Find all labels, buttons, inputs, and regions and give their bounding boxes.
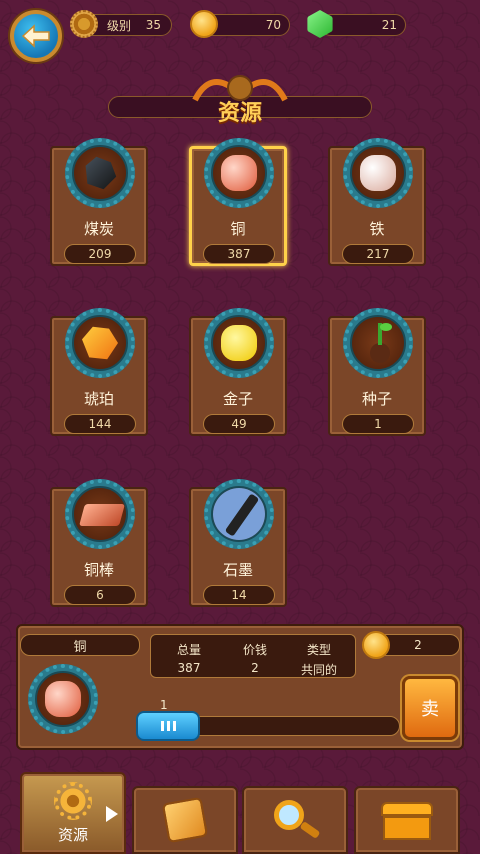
tab-resources[interactable]: 资源 bbox=[20, 772, 126, 854]
graphite-icon bbox=[211, 486, 267, 542]
magnifier-icon bbox=[270, 798, 321, 842]
play-arrow-icon bbox=[106, 806, 118, 822]
sell-button[interactable]: 卖 bbox=[402, 676, 458, 740]
copper-ore-icon bbox=[35, 671, 91, 727]
resource-name: 铜棒 bbox=[83, 561, 114, 579]
resource-count: 14 bbox=[203, 585, 275, 605]
gold-icon bbox=[211, 315, 267, 371]
level-gear-icon bbox=[70, 10, 98, 38]
resource-badge bbox=[204, 138, 274, 208]
gem-counter: 21 bbox=[320, 14, 406, 36]
quantity-slider-handle[interactable] bbox=[136, 711, 200, 741]
level-label: 级别 bbox=[107, 18, 132, 33]
total-label: 总量 bbox=[176, 643, 201, 657]
quantity-value: 1 bbox=[160, 698, 168, 712]
resource-badge bbox=[343, 138, 413, 208]
resource-name: 铁 bbox=[369, 220, 385, 238]
resource-name: 琥珀 bbox=[83, 390, 114, 408]
sell-coin-icon bbox=[362, 631, 390, 659]
resource-count: 1 bbox=[342, 414, 414, 434]
arrow-left-icon bbox=[21, 24, 50, 48]
amber-icon bbox=[72, 315, 128, 371]
resource-name: 石墨 bbox=[222, 561, 253, 579]
level-value: 35 bbox=[145, 18, 161, 32]
resource-badge bbox=[65, 308, 135, 378]
treasure-chest-icon bbox=[379, 798, 435, 842]
sell-button-label: 卖 bbox=[421, 699, 439, 720]
coin-icon bbox=[190, 10, 218, 38]
resource-badge bbox=[204, 479, 274, 549]
resource-count: 209 bbox=[64, 244, 136, 264]
resource-name: 种子 bbox=[361, 390, 392, 408]
tab-treasure[interactable] bbox=[354, 786, 460, 854]
back-button[interactable] bbox=[10, 10, 62, 62]
resource-badge bbox=[343, 308, 413, 378]
resource-count: 144 bbox=[64, 414, 136, 434]
gem-value: 21 bbox=[381, 18, 397, 32]
detail-resource-badge bbox=[28, 664, 98, 734]
resource-badge bbox=[204, 308, 274, 378]
total-value: 387 bbox=[177, 661, 201, 675]
resource-count: 6 bbox=[64, 585, 136, 605]
tab-crafting[interactable] bbox=[132, 786, 238, 854]
seed-icon bbox=[350, 315, 406, 371]
sell-price-value: 2 bbox=[414, 638, 422, 652]
price-value: 2 bbox=[251, 661, 259, 675]
copper-ore-icon bbox=[211, 145, 267, 201]
resource-name: 金子 bbox=[222, 390, 253, 408]
type-value: 共同的 bbox=[300, 663, 337, 677]
copper-bar-icon bbox=[72, 486, 128, 542]
crate-icon bbox=[161, 796, 209, 844]
resource-name: 煤炭 bbox=[83, 220, 114, 238]
coin-value: 70 bbox=[265, 18, 281, 32]
coal-icon bbox=[72, 145, 128, 201]
resource-badge bbox=[65, 138, 135, 208]
price-label: 价钱 bbox=[242, 643, 267, 657]
resource-count: 217 bbox=[342, 244, 414, 264]
resource-count: 49 bbox=[203, 414, 275, 434]
tab-search[interactable] bbox=[242, 786, 348, 854]
iron-ore-icon bbox=[350, 145, 406, 201]
gear-icon bbox=[54, 781, 92, 820]
type-label: 类型 bbox=[306, 643, 331, 657]
resource-count: 387 bbox=[203, 244, 275, 264]
resource-name: 铜 bbox=[230, 220, 246, 238]
tab-resources-label: 资源 bbox=[57, 825, 88, 844]
page-title: 资源 bbox=[217, 101, 262, 126]
resource-badge bbox=[65, 479, 135, 549]
detail-name: 铜 bbox=[73, 639, 87, 655]
detail-name-pill: 铜 bbox=[20, 634, 140, 656]
detail-stats: 总量 387 价钱 2 类型 共同的 bbox=[150, 634, 356, 678]
